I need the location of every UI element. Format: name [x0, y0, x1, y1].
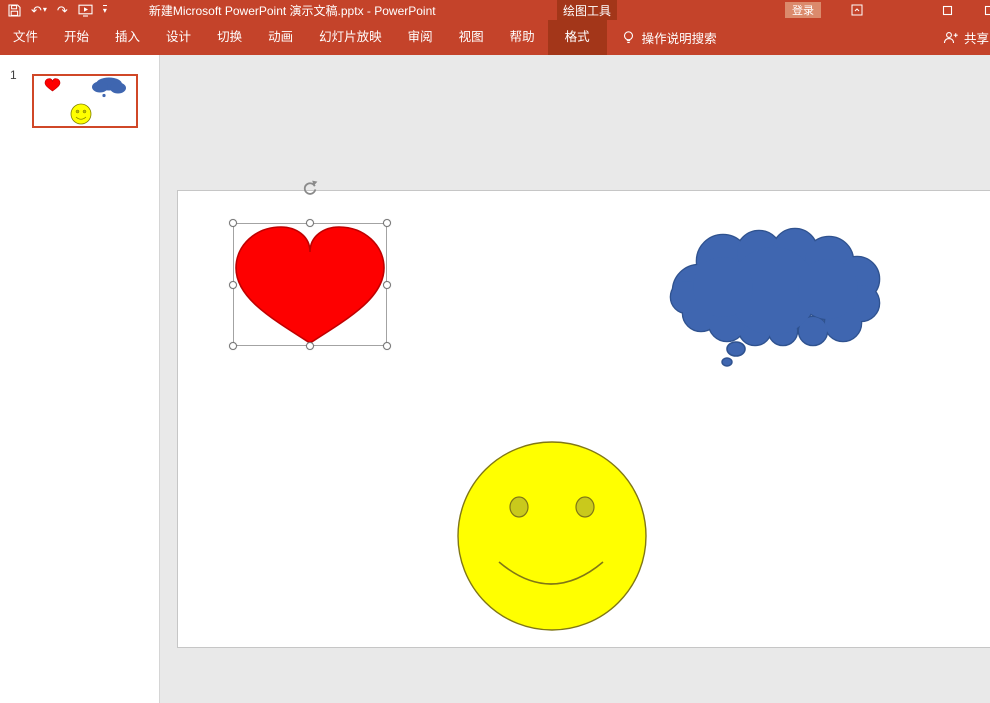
- tab-view[interactable]: 视图: [446, 20, 497, 55]
- customize-qat-button[interactable]: ▾: [103, 5, 107, 15]
- resize-handle-n[interactable]: [306, 219, 314, 227]
- quick-access-toolbar: ↶ ▾ ↷ ▾: [0, 0, 107, 20]
- undo-dropdown-icon[interactable]: ▾: [43, 6, 47, 14]
- drawing-tools-contextual-header: 绘图工具: [557, 0, 617, 20]
- slide-number: 1: [10, 68, 17, 82]
- undo-icon: ↶: [31, 4, 42, 17]
- tab-review[interactable]: 审阅: [395, 20, 446, 55]
- resize-handle-e[interactable]: [383, 281, 391, 289]
- slideshow-icon: [78, 4, 93, 17]
- slide-canvas[interactable]: [177, 190, 990, 648]
- cloud-callout-shape[interactable]: [663, 227, 885, 369]
- heart-shape-selection: [233, 223, 387, 346]
- editing-area: [160, 55, 990, 703]
- save-icon: [8, 4, 21, 17]
- resize-handle-s[interactable]: [306, 342, 314, 350]
- resize-handle-nw[interactable]: [229, 219, 237, 227]
- tab-slideshow[interactable]: 幻灯片放映: [306, 20, 395, 55]
- titlebar: ↶ ▾ ↷ ▾ 新建Microsoft PowerPoint 演示文稿.pptx…: [0, 0, 990, 20]
- undo-button[interactable]: ↶ ▾: [31, 4, 47, 17]
- smiley-face-shape[interactable]: [454, 439, 650, 635]
- tell-me-search[interactable]: 操作说明搜索: [621, 20, 717, 55]
- tab-format[interactable]: 格式: [548, 20, 607, 55]
- resize-handle-ne[interactable]: [383, 219, 391, 227]
- restore-window-icon[interactable]: [940, 3, 954, 17]
- slide-thumbnail-preview: [34, 76, 136, 126]
- tab-animations[interactable]: 动画: [255, 20, 306, 55]
- tab-home[interactable]: 开始: [51, 20, 102, 55]
- share-person-icon: [943, 31, 959, 45]
- ribbon-tab-bar: 文件 开始 插入 设计 切换 动画 幻灯片放映 审阅 视图 帮助 格式 操作说明…: [0, 20, 990, 55]
- share-label: 共享: [964, 28, 989, 47]
- resize-handle-sw[interactable]: [229, 342, 237, 350]
- close-window-icon[interactable]: [982, 3, 990, 17]
- search-label: 操作说明搜索: [642, 28, 717, 47]
- save-button[interactable]: [8, 4, 21, 17]
- window-title: 新建Microsoft PowerPoint 演示文稿.pptx - Power…: [149, 2, 436, 19]
- redo-button[interactable]: ↷: [57, 4, 68, 17]
- start-slideshow-button[interactable]: [78, 4, 93, 17]
- tab-file[interactable]: 文件: [0, 20, 51, 55]
- lightbulb-icon: [621, 30, 636, 45]
- resize-handle-se[interactable]: [383, 342, 391, 350]
- heart-shape[interactable]: [233, 225, 387, 346]
- redo-icon: ↷: [57, 4, 68, 17]
- rotate-handle[interactable]: [301, 180, 319, 198]
- tab-help[interactable]: 帮助: [497, 20, 548, 55]
- share-button[interactable]: 共享: [943, 20, 990, 55]
- powerpoint-window: ↶ ▾ ↷ ▾ 新建Microsoft PowerPoint 演示文稿.pptx…: [0, 0, 990, 703]
- tab-transitions[interactable]: 切换: [204, 20, 255, 55]
- sign-in-button[interactable]: 登录: [785, 2, 821, 18]
- customize-qat-dropdown-icon: ▾: [103, 7, 107, 15]
- ribbon-display-options-icon[interactable]: [850, 3, 864, 17]
- resize-handle-w[interactable]: [229, 281, 237, 289]
- tab-insert[interactable]: 插入: [102, 20, 153, 55]
- slide-thumbnail-1[interactable]: [32, 74, 138, 128]
- tab-design[interactable]: 设计: [153, 20, 204, 55]
- slide-thumbnails-panel: 1: [0, 55, 160, 703]
